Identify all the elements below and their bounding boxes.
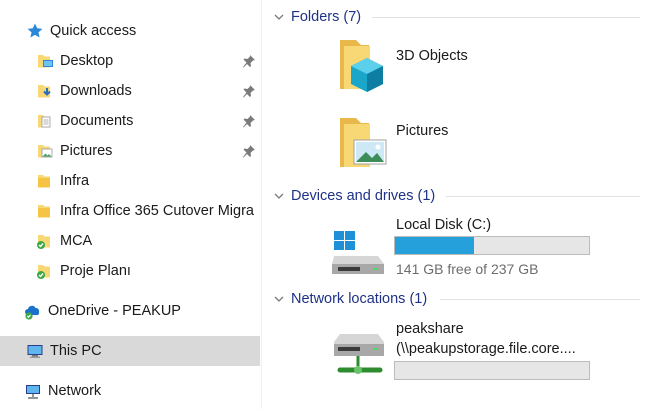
group-header-folders[interactable]: Folders (7): [272, 7, 361, 27]
pin-icon[interactable]: [242, 144, 256, 158]
nav-item-label: OneDrive - PEAKUP: [48, 303, 181, 319]
star-icon: [26, 22, 44, 40]
pin-icon[interactable]: [242, 84, 256, 98]
nav-item-documents[interactable]: Documents: [0, 106, 260, 136]
pictures-folder-icon[interactable]: [334, 114, 388, 172]
group-title: Network locations (1): [291, 291, 428, 307]
group-header-network-locations[interactable]: Network locations (1): [272, 289, 427, 309]
network-share-name[interactable]: peakshare: [396, 321, 464, 337]
computer-icon: [26, 342, 44, 360]
documents-folder-icon: [36, 112, 54, 130]
nav-item-label: Infra: [60, 173, 90, 189]
folder-icon: [36, 172, 54, 190]
synced-folder-icon: [36, 232, 54, 250]
nav-item-network[interactable]: Network: [0, 376, 260, 406]
drive-free-space: 141 GB free of 237 GB: [396, 261, 539, 277]
nav-item-quick-access[interactable]: Quick access: [0, 16, 260, 46]
nav-item-infra[interactable]: Infra: [0, 166, 260, 196]
nav-item-downloads[interactable]: Downloads: [0, 76, 260, 106]
network-share-path: (\\peakupstorage.file.core....: [396, 341, 576, 357]
group-header-devices[interactable]: Devices and drives (1): [272, 186, 435, 206]
group-divider: [440, 299, 640, 300]
nav-item-desktop[interactable]: Desktop: [0, 46, 260, 76]
pictures-folder-icon: [36, 142, 54, 160]
3d-objects-folder-icon[interactable]: [334, 36, 388, 94]
nav-item-label: Downloads: [60, 83, 132, 99]
nav-item-label: Documents: [60, 113, 134, 129]
folder-name[interactable]: Pictures: [396, 123, 448, 139]
nav-item-label: Infra Office 365 Cutover Migra: [60, 203, 254, 219]
drive-usage-fill: [395, 237, 474, 254]
navigation-pane: Quick access Desktop Downloads Documents…: [0, 0, 262, 409]
network-icon: [24, 382, 42, 400]
nav-item-label: This PC: [50, 343, 102, 359]
nav-item-label: Quick access: [50, 23, 137, 39]
group-title: Devices and drives (1): [291, 188, 436, 204]
drive-name[interactable]: Local Disk (C:): [396, 217, 491, 233]
nav-item-label: Network: [48, 383, 102, 399]
synced-folder-icon: [36, 262, 54, 280]
network-usage-bar: [394, 361, 590, 380]
downloads-folder-icon: [36, 82, 54, 100]
chevron-down-icon: [274, 193, 284, 199]
nav-item-proje-plani[interactable]: Proje Planı: [0, 256, 260, 286]
windows-drive-icon[interactable]: [330, 230, 386, 276]
file-explorer-window: Quick access Desktop Downloads Documents…: [0, 0, 648, 409]
drive-usage-bar: [394, 236, 590, 255]
nav-item-label: Desktop: [60, 53, 114, 69]
pin-icon[interactable]: [242, 54, 256, 68]
group-divider: [446, 196, 640, 197]
network-drive-icon[interactable]: [332, 332, 388, 382]
desktop-folder-icon: [36, 52, 54, 70]
chevron-down-icon: [274, 296, 284, 302]
nav-item-mca[interactable]: MCA: [0, 226, 260, 256]
onedrive-cloud-icon: [24, 302, 42, 320]
pin-icon[interactable]: [242, 114, 256, 128]
nav-item-pictures[interactable]: Pictures: [0, 136, 260, 166]
nav-item-this-pc[interactable]: This PC: [0, 336, 260, 366]
chevron-down-icon: [274, 14, 284, 20]
folder-name[interactable]: 3D Objects: [396, 48, 468, 64]
nav-item-label: Pictures: [60, 143, 113, 159]
nav-item-onedrive[interactable]: OneDrive - PEAKUP: [0, 296, 260, 326]
nav-item-infra-office-365[interactable]: Infra Office 365 Cutover Migra: [0, 196, 260, 226]
group-divider: [372, 17, 640, 18]
nav-item-label: MCA: [60, 233, 93, 249]
group-title: Folders (7): [291, 9, 362, 25]
folder-icon: [36, 202, 54, 220]
nav-item-label: Proje Planı: [60, 263, 131, 279]
